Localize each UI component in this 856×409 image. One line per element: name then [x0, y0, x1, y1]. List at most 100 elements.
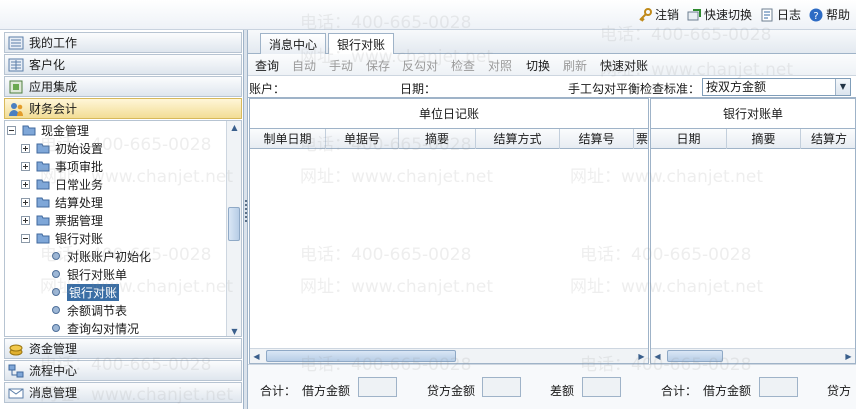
log-icon [760, 8, 774, 22]
standard-label: 手工勾对平衡检查标准： [568, 82, 701, 96]
compare-button[interactable]: 对照 [488, 57, 512, 74]
scroll-up-icon[interactable]: ▲ [227, 121, 241, 134]
tree-label: 日常业务 [55, 177, 104, 192]
company-journal-pane: 单位日记账 制单日期 单据号 摘要 结算方式 结算号 票 ◀ ▶ [249, 98, 649, 364]
scroll-thumb[interactable] [266, 350, 456, 362]
tree-item-bank-statement[interactable]: 银行对账单 [51, 265, 127, 283]
splitter-grip[interactable] [245, 200, 247, 224]
leaf-icon [51, 287, 61, 297]
puzzle-icon [8, 79, 24, 95]
people-icon [8, 101, 24, 117]
column-header[interactable]: 结算方 [801, 129, 855, 149]
save-button[interactable]: 保存 [366, 57, 390, 74]
expand-icon[interactable] [21, 143, 30, 153]
leaf-icon [51, 251, 61, 261]
tree-label: 初始设置 [55, 141, 104, 156]
expand-icon[interactable] [21, 179, 30, 189]
nav-header-app-integration[interactable]: 应用集成 [4, 76, 242, 97]
tree-root-cash-management[interactable]: 现金管理 [7, 121, 89, 139]
expand-icon[interactable] [21, 215, 30, 225]
horizontal-scrollbar[interactable]: ◀ ▶ [651, 348, 855, 363]
scroll-down-icon[interactable]: ▼ [227, 325, 241, 336]
column-header[interactable]: 结算号 [560, 129, 634, 149]
tree-item-balance-adjustment[interactable]: 余额调节表 [51, 301, 127, 319]
scroll-right-icon[interactable]: ▶ [842, 349, 855, 363]
switch-icon [687, 8, 701, 22]
finance-tree: 现金管理 初始设置 事项审批 日常业务 结算处理 票据管理 银行对账 对账账户初… [4, 120, 242, 337]
nav-header-finance[interactable]: 财务会计 [4, 98, 242, 119]
tab-label: 银行对账 [337, 38, 386, 52]
expand-icon[interactable] [21, 161, 30, 171]
scroll-thumb[interactable] [667, 350, 723, 362]
nav-header-fund-management[interactable]: 资金管理 [4, 338, 242, 359]
auto-button[interactable]: 自动 [292, 57, 316, 74]
column-header[interactable]: 单据号 [326, 129, 399, 149]
tree-folder-approval[interactable]: 事项审批 [21, 157, 103, 175]
horizontal-scrollbar[interactable]: ◀ ▶ [250, 348, 648, 363]
expand-icon[interactable] [21, 197, 30, 207]
column-header[interactable]: 结算方式 [476, 129, 560, 149]
unmatch-button[interactable]: 反勾对 [402, 57, 438, 74]
svg-text:?: ? [813, 11, 818, 22]
manual-button[interactable]: 手动 [329, 57, 353, 74]
pane-title: 单位日记账 [250, 99, 648, 129]
scroll-thumb[interactable] [228, 207, 240, 241]
toolbar: 查询 自动 手动 保存 反勾对 检查 对照 切换 刷新 快速对账 [248, 54, 856, 76]
quick-switch-button[interactable]: 快速切换 [687, 6, 752, 23]
filter-bar: 账户： 日期： 手工勾对平衡检查标准： 按双方金额 ▼ [248, 76, 856, 98]
column-header[interactable]: 日期 [651, 129, 727, 149]
log-button[interactable]: 日志 [760, 6, 801, 23]
key-icon [638, 7, 652, 22]
tree-folder-daily-business[interactable]: 日常业务 [21, 175, 103, 193]
help-button[interactable]: ? 帮助 [809, 6, 850, 23]
credit-amount-label-right: 贷方 [827, 384, 852, 398]
credit-amount-field [482, 377, 521, 397]
totals-footer: 合计： 借方金额 贷方金额 差额 合计： 借方金额 贷方 [248, 364, 856, 409]
tab-label: 消息中心 [269, 37, 318, 52]
date-label: 日期： [400, 82, 437, 96]
debit-amount-label: 借方金额 [302, 384, 351, 398]
collapse-icon[interactable] [7, 125, 16, 135]
tree-label: 查询勾对情况 [67, 321, 140, 336]
tab-message-center[interactable]: 消息中心 [260, 33, 327, 54]
switch-button[interactable]: 切换 [526, 57, 550, 74]
balance-standard-select[interactable]: 按双方金额 ▼ [702, 78, 851, 96]
tree-vertical-scrollbar[interactable]: ▲ ▼ [226, 121, 241, 336]
nav-header-label: 我的工作 [29, 36, 78, 50]
tree-folder-settlement[interactable]: 结算处理 [21, 193, 103, 211]
query-button[interactable]: 查询 [255, 57, 279, 74]
quick-reconcile-button[interactable]: 快速对账 [600, 57, 648, 74]
logout-button[interactable]: 注销 [638, 6, 679, 23]
nav-header-message-management[interactable]: 消息管理 [4, 382, 242, 403]
tree-label: 现金管理 [41, 123, 90, 138]
tree-item-account-init[interactable]: 对账账户初始化 [51, 247, 151, 265]
check-button[interactable]: 检查 [451, 57, 475, 74]
column-header[interactable]: 票 [634, 129, 648, 149]
nav-header-label: 财务会计 [29, 102, 78, 116]
tree-item-query-matching[interactable]: 查询勾对情况 [51, 319, 140, 336]
tree-folder-initial-settings[interactable]: 初始设置 [21, 139, 103, 157]
scroll-left-icon[interactable]: ◀ [651, 349, 664, 363]
list-icon [8, 35, 24, 51]
collapse-icon[interactable] [21, 233, 30, 243]
tree-item-bank-reconciliation[interactable]: 银行对账 [51, 283, 120, 301]
column-header[interactable]: 摘要 [727, 129, 801, 149]
tab-bank-reconciliation[interactable]: 银行对账 [328, 33, 395, 55]
refresh-button[interactable]: 刷新 [563, 57, 587, 74]
column-header[interactable]: 摘要 [399, 129, 476, 149]
tree-label: 银行对账单 [67, 267, 128, 282]
scroll-right-icon[interactable]: ▶ [635, 349, 648, 363]
scroll-left-icon[interactable]: ◀ [250, 349, 263, 363]
column-header[interactable]: 制单日期 [250, 129, 326, 149]
top-actions: 注销 快速切换 日志 ? 帮助 [638, 6, 850, 23]
nav-header-process-center[interactable]: 流程中心 [4, 360, 242, 381]
grid-icon [8, 57, 24, 73]
nav-header-customize[interactable]: 客户化 [4, 54, 242, 75]
nav-header-label: 消息管理 [29, 386, 78, 400]
nav-header-my-work[interactable]: 我的工作 [4, 32, 242, 53]
total-label-right: 合计： [661, 384, 698, 398]
chevron-down-icon[interactable]: ▼ [835, 79, 850, 95]
folder-icon [36, 160, 50, 172]
tree-folder-bank-reconciliation[interactable]: 银行对账 [21, 229, 103, 247]
tree-folder-bills[interactable]: 票据管理 [21, 211, 103, 229]
